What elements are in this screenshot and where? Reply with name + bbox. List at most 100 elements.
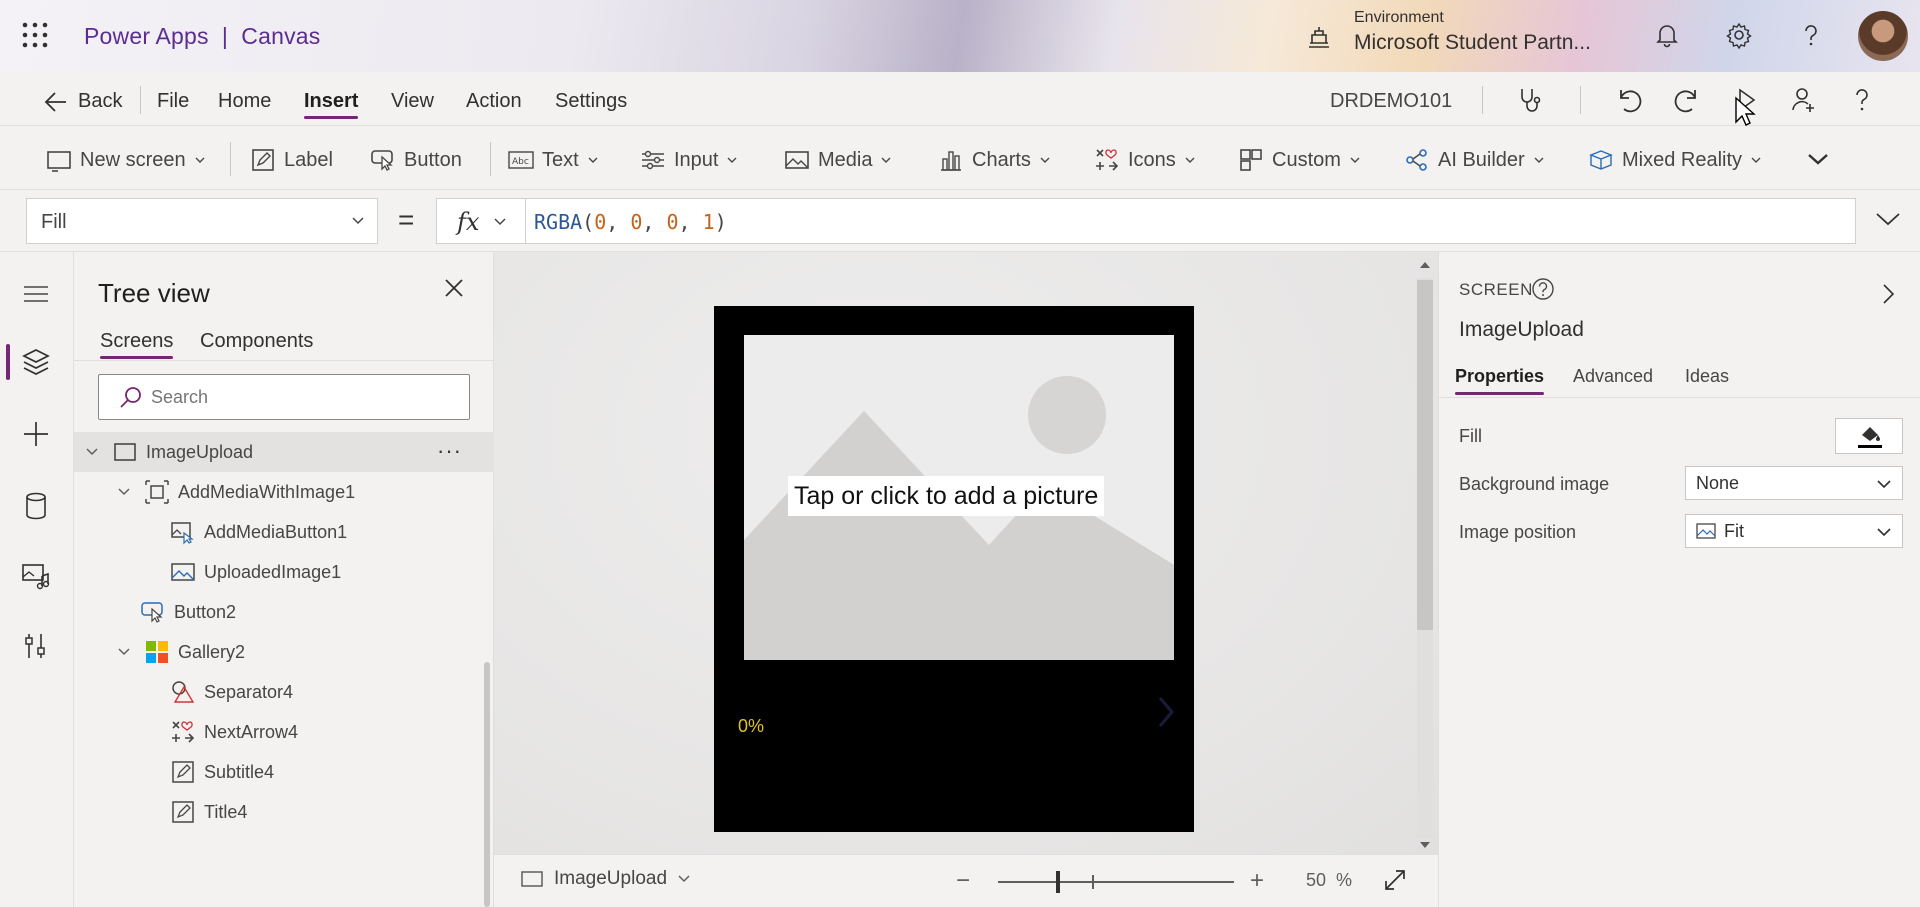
label-icon — [172, 801, 194, 823]
tree-item-addmediabutton1[interactable]: AddMediaButton1 — [74, 512, 494, 552]
tab-properties[interactable]: Properties — [1455, 366, 1545, 395]
fit-to-window-icon[interactable] — [1382, 867, 1408, 893]
tab-components[interactable]: Components — [200, 330, 313, 353]
text-dropdown[interactable]: Abc Text — [508, 146, 599, 174]
tree-item-uploadedimage1[interactable]: UploadedImage1 — [74, 552, 494, 592]
custom-dropdown[interactable]: Custom — [1238, 146, 1361, 174]
icons-icon — [172, 721, 195, 743]
background-image-dropdown[interactable]: None — [1685, 466, 1903, 500]
undo-icon[interactable] — [1612, 84, 1644, 116]
formula-input[interactable]: RGBA(0, 0, 0, 1) — [526, 198, 1856, 244]
text-label: Text — [542, 148, 579, 171]
user-avatar[interactable] — [1858, 11, 1908, 61]
environment-name[interactable]: Microsoft Student Partn... — [1354, 31, 1591, 55]
next-arrow-icon[interactable] — [1156, 694, 1178, 730]
tree-item-title4[interactable]: Title4 — [74, 792, 494, 832]
menu-bar: Back File Home Insert View Action Settin… — [0, 72, 1920, 126]
menu-view[interactable]: View — [391, 90, 434, 113]
control-name[interactable]: ImageUpload — [1459, 318, 1584, 342]
formula-function: RGBA — [534, 210, 583, 234]
left-rail — [0, 252, 74, 907]
tree-search-input[interactable] — [98, 374, 470, 420]
zoom-slider-thumb[interactable] — [1056, 871, 1060, 893]
tab-advanced[interactable]: Advanced — [1573, 366, 1653, 387]
icons-gallery-icon — [1096, 149, 1119, 171]
tree-item-imageupload[interactable]: ImageUpload ··· — [74, 432, 494, 472]
chevron-down-icon — [1040, 157, 1050, 163]
fill-color-picker[interactable] — [1835, 418, 1903, 454]
app-checker-stethoscope-icon[interactable] — [1514, 84, 1546, 116]
tab-screens[interactable]: Screens — [100, 330, 174, 359]
back-button[interactable]: Back — [44, 90, 122, 113]
chevron-down-icon — [494, 218, 506, 226]
tree-item-separator4[interactable]: Separator4 — [74, 672, 494, 712]
app-document-name[interactable]: DRDEMO101 — [1330, 90, 1452, 113]
media-icon[interactable] — [18, 558, 54, 594]
ai-builder-dropdown[interactable]: AI Builder — [1404, 146, 1545, 174]
image-position-dropdown[interactable]: Fit — [1685, 514, 1903, 548]
menu-home[interactable]: Home — [218, 90, 271, 113]
tab-ideas[interactable]: Ideas — [1685, 366, 1729, 387]
help-circle-icon[interactable] — [1531, 277, 1555, 301]
redo-icon[interactable] — [1672, 84, 1704, 116]
hamburger-menu-icon[interactable] — [18, 276, 54, 312]
scroll-up-icon[interactable] — [1419, 260, 1431, 270]
chevron-down-icon — [1350, 157, 1360, 163]
menu-insert[interactable]: Insert — [304, 90, 359, 119]
zoom-slider[interactable] — [998, 871, 1234, 893]
formula-bar: Fill = fx RGBA(0, 0, 0, 1) — [0, 190, 1920, 252]
scroll-down-icon[interactable] — [1419, 840, 1431, 850]
tree-item-addmediawithimage1[interactable]: AddMediaWithImage1 — [74, 472, 494, 512]
icons-dropdown[interactable]: Icons — [1094, 146, 1196, 174]
app-launcher-icon[interactable] — [22, 22, 48, 48]
advanced-tools-icon[interactable] — [18, 628, 54, 664]
app-title[interactable]: Power Apps | Canvas — [84, 23, 320, 50]
chevron-down-icon — [727, 157, 737, 163]
tree-view-title: Tree view — [98, 278, 210, 308]
tree-scrollbar[interactable] — [484, 662, 490, 907]
help-question-icon[interactable] — [1846, 84, 1878, 116]
media-image-icon — [785, 151, 809, 169]
zoom-in-button[interactable]: + — [1250, 867, 1264, 895]
button-button[interactable]: Button — [370, 146, 462, 174]
function-picker-button[interactable]: fx — [436, 198, 526, 244]
close-icon[interactable] — [444, 278, 464, 298]
chevron-down-icon[interactable] — [116, 484, 132, 500]
chevron-down-icon — [352, 217, 364, 225]
tree-item-gallery2[interactable]: Gallery2 — [74, 632, 494, 672]
zoom-out-button[interactable]: − — [956, 867, 970, 895]
tree-item-subtitle4[interactable]: Subtitle4 — [74, 752, 494, 792]
menu-action[interactable]: Action — [466, 90, 522, 113]
share-user-add-icon[interactable] — [1788, 84, 1820, 116]
chevron-down-icon[interactable] — [84, 444, 100, 460]
label-button[interactable]: Label — [250, 146, 333, 174]
help-icon[interactable] — [1796, 20, 1826, 50]
chevron-down-icon[interactable] — [116, 644, 132, 660]
data-cylinder-icon[interactable] — [18, 488, 54, 524]
mixed-reality-dropdown[interactable]: Mixed Reality — [1588, 146, 1762, 174]
settings-gear-icon[interactable] — [1724, 20, 1754, 50]
charts-dropdown[interactable]: Charts — [938, 146, 1051, 174]
property-dropdown[interactable]: Fill — [26, 198, 378, 244]
group-icon — [145, 480, 169, 504]
tree-view-layers-icon[interactable] — [18, 344, 54, 380]
media-dropdown[interactable]: Media — [784, 146, 892, 174]
canvas-vertical-scrollbar[interactable] — [1414, 256, 1436, 854]
ribbon-expand-chevron-icon[interactable] — [1806, 150, 1830, 168]
tree-item-nextarrow4[interactable]: NextArrow4 — [74, 712, 494, 752]
notifications-icon[interactable] — [1652, 20, 1682, 50]
new-screen-button[interactable]: New screen — [46, 146, 206, 174]
formula-expand-chevron-icon[interactable] — [1874, 208, 1902, 230]
tree-item-label: ImageUpload — [146, 441, 254, 462]
input-dropdown[interactable]: Input — [640, 146, 738, 174]
menu-file[interactable]: File — [157, 90, 189, 113]
label-icon — [172, 761, 194, 783]
screen-selector[interactable]: ImageUpload — [520, 868, 691, 890]
more-options-icon[interactable]: ··· — [437, 438, 462, 464]
screen-icon — [114, 443, 136, 461]
tree-item-button2[interactable]: Button2 — [74, 592, 494, 632]
collapse-panel-chevron-icon[interactable] — [1881, 282, 1897, 306]
menu-settings[interactable]: Settings — [555, 90, 627, 113]
new-screen-label: New screen — [80, 148, 186, 171]
insert-plus-icon[interactable] — [18, 416, 54, 452]
